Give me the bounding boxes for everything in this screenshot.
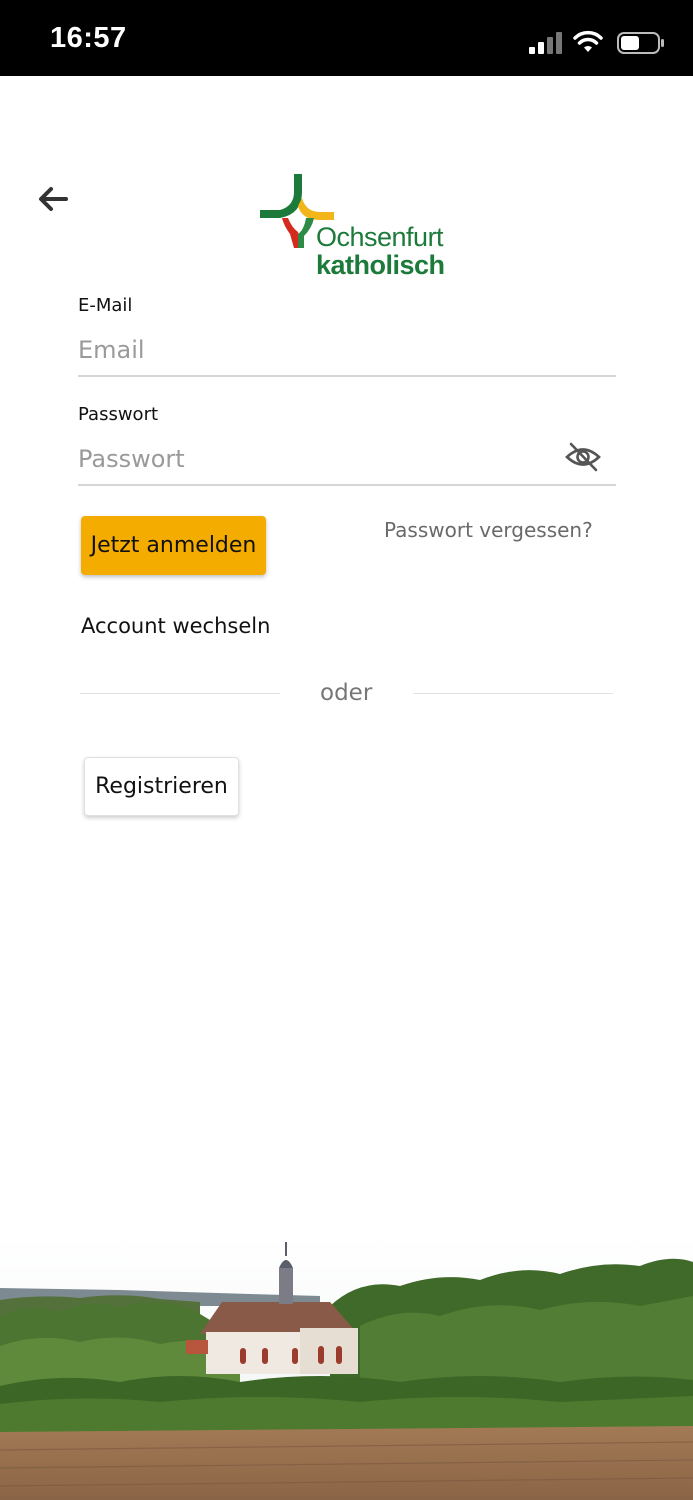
battery-icon xyxy=(617,32,664,54)
switch-account-link[interactable]: Account wechseln xyxy=(81,614,270,638)
landscape-illustration xyxy=(0,1236,693,1500)
toggle-password-visibility-button[interactable] xyxy=(564,440,602,474)
app-logo: Ochsenfurt katholisch xyxy=(258,172,445,282)
divider-label: oder xyxy=(320,680,373,706)
login-button[interactable]: Jetzt anmelden xyxy=(81,516,266,575)
password-field[interactable] xyxy=(78,434,616,486)
status-time: 16:57 xyxy=(50,22,127,54)
password-label: Passwort xyxy=(78,404,159,425)
divider-left xyxy=(80,693,280,694)
logo-text-ochsenfurt: Ochsenfurt xyxy=(316,222,444,252)
email-label: E-Mail xyxy=(78,295,133,316)
wifi-icon xyxy=(573,30,603,52)
arrow-left-icon xyxy=(39,187,68,211)
eye-off-icon xyxy=(565,442,601,472)
back-button[interactable] xyxy=(34,180,72,218)
status-bar: 16:57 xyxy=(0,0,693,76)
forgot-password-link[interactable]: Passwort vergessen? xyxy=(384,518,593,542)
email-field[interactable] xyxy=(78,325,616,377)
logo-text-katholisch: katholisch xyxy=(316,250,445,280)
register-button[interactable]: Registrieren xyxy=(84,757,239,816)
divider-right xyxy=(413,693,613,694)
signal-icon xyxy=(529,32,562,54)
